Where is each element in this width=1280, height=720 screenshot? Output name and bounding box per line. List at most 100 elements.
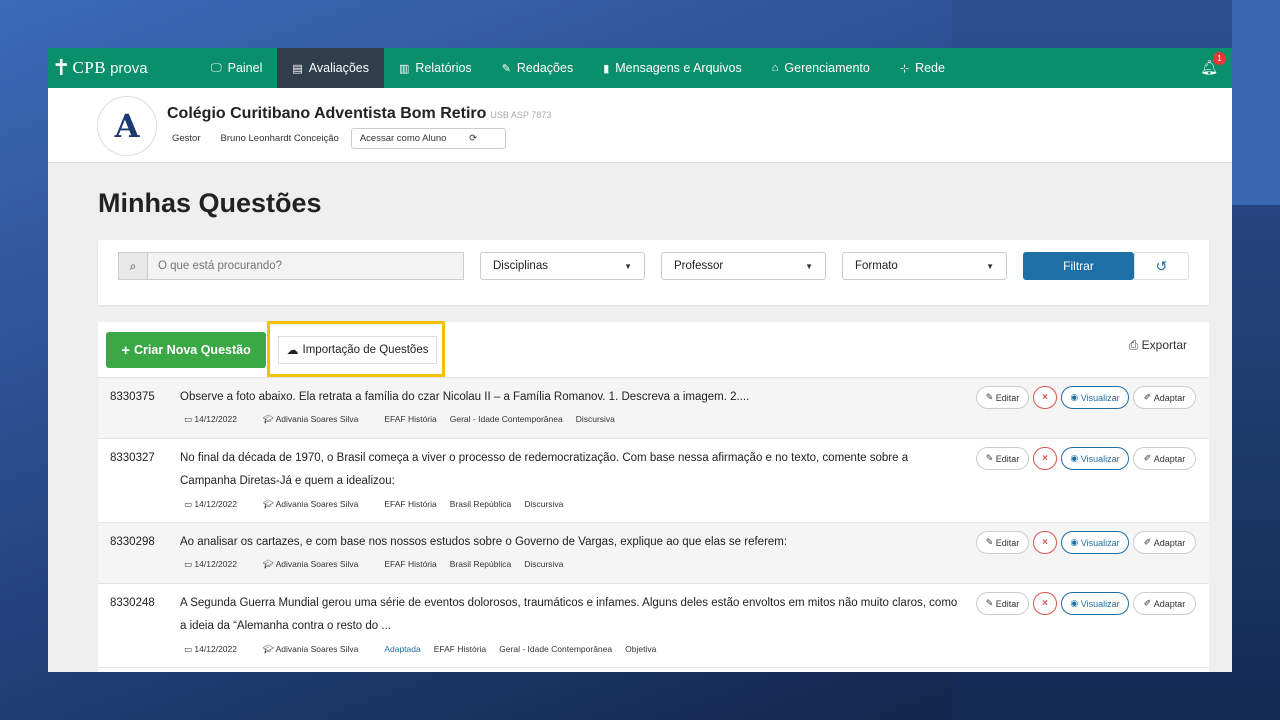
calendar-icon: ▭ 14/12/2022 [184, 499, 237, 509]
cross-logo-icon: ✝ [52, 55, 71, 81]
question-meta: ▭ 14/12/2022 🎓︎ Adivania Soares Silva EF… [184, 499, 576, 510]
question-id: 8330327 [110, 452, 155, 464]
nav-menu: 🖵 Painel ▤ Avaliações ▥ Relatórios ✎ Redações ▮ M… [196, 48, 960, 88]
page-title: Minhas Questões [98, 188, 322, 218]
nav-item-mensagens[interactable]: ▮ Mensagens e Arquivos [588, 48, 757, 88]
caret-down-icon: ▼ [624, 261, 632, 271]
disciplinas-select[interactable]: Disciplinas ▼ [480, 252, 645, 280]
edit-square-icon: ✐ [1143, 537, 1152, 547]
notification-bell-icon[interactable]: 🔔︎ 1 [1200, 52, 1226, 76]
edit-square-icon: ✐ [1143, 598, 1152, 608]
adapt-button[interactable]: ✐ Adaptar [1133, 447, 1196, 470]
school-logo: A [97, 96, 157, 156]
plus-icon: + [121, 341, 131, 359]
edit-button[interactable]: ✎ Editar [976, 531, 1029, 554]
graduation-cap-icon: 🎓︎ Adivania Soares Silva [262, 644, 359, 654]
graduation-cap-icon: 🎓︎ Adivania Soares Silva [262, 499, 359, 509]
nav-item-rede[interactable]: ⊹ Rede [885, 48, 960, 88]
nav-item-gerenciamento[interactable]: ⌂ Gerenciamento [757, 48, 885, 88]
professor-select[interactable]: Professor ▼ [661, 252, 826, 280]
questions-list: 8330375 Observe a foto abaixo. Ela retra… [98, 378, 1209, 668]
question-text: No final da década de 1970, o Brasil com… [180, 452, 909, 487]
building-icon: ⌂ [771, 62, 779, 74]
delete-button[interactable]: × [1033, 447, 1057, 470]
calendar-icon: ▭ 14/12/2022 [184, 559, 237, 569]
nav-item-relatórios[interactable]: ▥ Relatórios [384, 48, 487, 88]
import-questions-button[interactable]: ☁ Importação de Questões [278, 336, 437, 364]
question-subject: EFAF História [384, 499, 437, 509]
background-panel-accent [1232, 0, 1280, 205]
access-as-student-button[interactable]: Acessar como Aluno ⟳ [350, 128, 507, 149]
question-format: Discursiva [575, 414, 615, 424]
user-name: Bruno Leonhardt Conceição [220, 133, 339, 144]
search-group: ⌕ [118, 252, 464, 280]
edit-button[interactable]: ✎ Editar [976, 447, 1029, 470]
view-button[interactable]: ◉ Visualizar [1061, 447, 1129, 470]
table-row: 8330248 A Segunda Guerra Mundial gerou u… [98, 584, 1209, 668]
create-question-button[interactable]: + Criar Nova Questão [106, 332, 266, 368]
undo-icon: ↺ [1155, 257, 1168, 274]
question-meta: ▭ 14/12/2022 🎓︎ Adivania Soares Silva EF… [184, 559, 576, 570]
nav-item-redações[interactable]: ✎ Redações [487, 48, 589, 88]
question-id: 8330375 [110, 391, 155, 403]
adapt-button[interactable]: ✐ Adaptar [1133, 531, 1196, 554]
question-subject: EFAF História [384, 559, 437, 569]
question-meta: ▭ 14/12/2022 🎓︎ Adivania Soares Silva Ad… [184, 644, 669, 655]
question-topic: Geral - Idade Contemporânea [449, 414, 563, 424]
edit-button[interactable]: ✎ Editar [976, 386, 1029, 409]
eye-icon: ◉ [1070, 453, 1079, 463]
bar-chart-icon: ▥ [399, 62, 410, 75]
question-topic: Brasil República [449, 499, 512, 509]
import-highlight-box: ☁ Importação de Questões [267, 321, 445, 377]
printer-icon: ⎙ [1128, 338, 1139, 352]
export-button[interactable]: ⎙ Exportar [1129, 338, 1187, 353]
calendar-icon: ▭ 14/12/2022 [184, 644, 237, 654]
nav-item-avaliações[interactable]: ▤ Avaliações [277, 48, 384, 88]
book-icon: ▮ [603, 62, 610, 75]
school-name: Colégio Curitibano Adventista Bom Retiro… [167, 105, 552, 122]
formato-select[interactable]: Formato ▼ [842, 252, 1007, 280]
adapted-tag: Adaptada [384, 644, 421, 654]
search-input[interactable] [148, 252, 464, 280]
caret-down-icon: ▼ [805, 261, 813, 271]
table-row: 8330375 Observe a foto abaixo. Ela retra… [98, 378, 1209, 439]
question-text: Observe a foto abaixo. Ela retrata a fam… [180, 391, 750, 403]
delete-button[interactable]: × [1033, 386, 1057, 409]
question-id: 8330298 [110, 536, 155, 548]
view-button[interactable]: ◉ Visualizar [1061, 592, 1129, 615]
question-topic: Brasil República [449, 559, 512, 569]
top-navbar: ✝ CPB prova 🖵 Painel ▤ Avaliações ▥ Relatório… [48, 48, 1232, 88]
pencil-icon: ✎ [985, 453, 994, 463]
graduation-cap-icon: 🎓︎ Adivania Soares Silva [262, 559, 359, 569]
view-button[interactable]: ◉ Visualizar [1061, 531, 1129, 554]
adapt-button[interactable]: ✐ Adaptar [1133, 592, 1196, 615]
question-topic: Geral - Idade Contemporânea [499, 644, 613, 654]
document-icon: ▤ [292, 62, 303, 75]
delete-button[interactable]: × [1033, 531, 1057, 554]
caret-down-icon: ▼ [986, 261, 994, 271]
sitemap-icon: ⊹ [899, 62, 910, 75]
question-format: Objetiva [625, 644, 657, 654]
refresh-icon: ⟳ [469, 133, 478, 144]
app-window: ✝ CPB prova 🖵 Painel ▤ Avaliações ▥ Relatório… [48, 48, 1232, 672]
filter-button[interactable]: Filtrar [1023, 252, 1134, 280]
pencil-icon: ✎ [985, 598, 994, 608]
row-actions: ✎ Editar × ◉ Visualizar ✐ Adaptar [972, 447, 1196, 470]
delete-button[interactable]: × [1033, 592, 1057, 615]
question-id: 8330248 [110, 597, 155, 609]
question-meta: ▭ 14/12/2022 🎓︎ Adivania Soares Silva EF… [184, 414, 628, 425]
graduation-cap-icon: 🎓︎ Adivania Soares Silva [262, 414, 359, 424]
user-role: Gestor [172, 133, 201, 144]
pencil-icon: ✎ [985, 392, 994, 402]
search-icon[interactable]: ⌕ [118, 252, 148, 280]
adapt-button[interactable]: ✐ Adaptar [1133, 386, 1196, 409]
nav-item-painel[interactable]: 🖵 Painel [196, 48, 277, 88]
view-button[interactable]: ◉ Visualizar [1061, 386, 1129, 409]
school-meta: Gestor Bruno Leonhardt Conceição Acessar… [172, 128, 507, 149]
table-row: 8330298 Ao analisar os cartazes, e com b… [98, 523, 1209, 584]
edit-button[interactable]: ✎ Editar [976, 592, 1029, 615]
cpb-logo[interactable]: ✝ CPB prova [48, 48, 196, 88]
pencil-icon: ✎ [985, 537, 994, 547]
reset-filter-button[interactable]: ↺ [1134, 252, 1189, 280]
calendar-icon: ▭ 14/12/2022 [184, 414, 237, 424]
